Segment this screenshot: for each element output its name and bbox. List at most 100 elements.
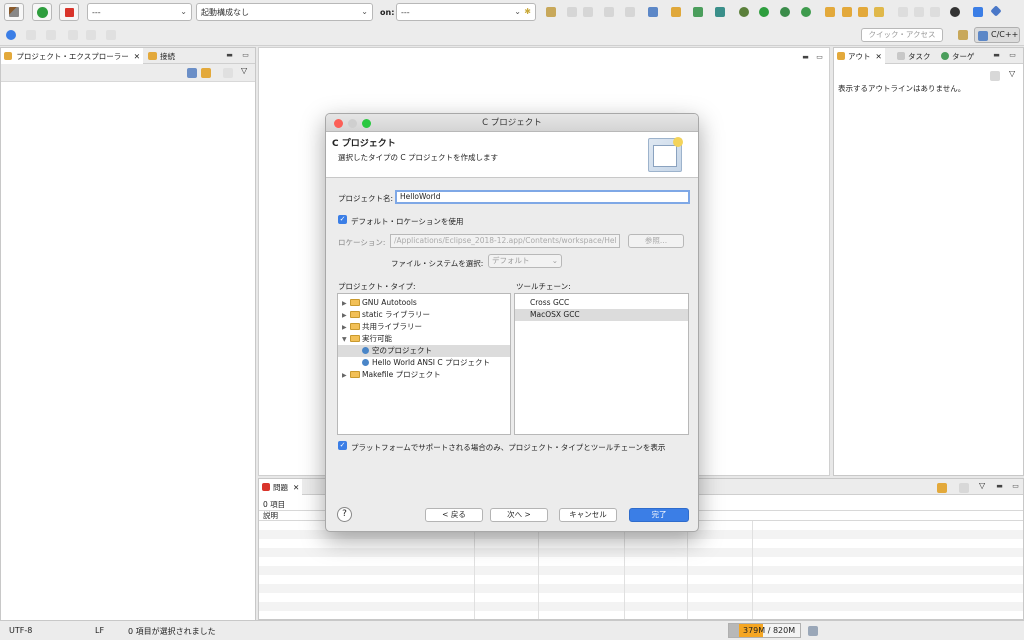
- tree-folder-item[interactable]: ▶ GNU Autotools: [338, 297, 510, 309]
- save-all-icon[interactable]: [583, 7, 593, 17]
- col-description-header[interactable]: 説明: [263, 511, 278, 520]
- focus-icon[interactable]: [959, 483, 969, 493]
- project-name-value: HelloWorld: [400, 192, 441, 201]
- perspective-cc-button[interactable]: C/C++: [974, 27, 1020, 43]
- last-edit-icon[interactable]: [930, 7, 940, 17]
- open-perspective-icon[interactable]: [958, 30, 968, 40]
- tree-leaf-item[interactable]: 空のプロジェクト: [338, 345, 510, 357]
- account-icon[interactable]: [950, 7, 960, 17]
- pin-editor-icon[interactable]: [26, 30, 36, 40]
- back-button[interactable]: < 戻る: [425, 508, 483, 522]
- tab-target[interactable]: ターゲ: [938, 48, 978, 64]
- toggle-mark-icon[interactable]: [46, 30, 56, 40]
- remote-icon[interactable]: [973, 7, 983, 17]
- print-icon[interactable]: [604, 7, 614, 17]
- quick-access-input[interactable]: クイック・アクセス: [861, 28, 943, 42]
- toolchain-list-item[interactable]: MacOSX GCC: [515, 309, 688, 321]
- new-c-project-icon[interactable]: [648, 7, 658, 17]
- open-element-icon[interactable]: [858, 7, 868, 17]
- launch-mode-combo[interactable]: --- ⌄: [87, 3, 192, 21]
- zoom-window-icon[interactable]: [362, 119, 371, 128]
- toolchain-list-item[interactable]: Cross GCC: [515, 297, 688, 309]
- new-wizard-icon[interactable]: [546, 7, 556, 17]
- use-default-location-checkbox[interactable]: ✓: [338, 215, 347, 224]
- tab-project-explorer[interactable]: プロジェクト・エクスプローラー ✕: [1, 48, 143, 64]
- coverage-icon[interactable]: [780, 7, 790, 17]
- back-icon[interactable]: [68, 30, 78, 40]
- location-input[interactable]: /Applications/Eclipse_2018-12.app/Conten…: [390, 234, 620, 248]
- view-menu-icon[interactable]: ▽: [241, 66, 247, 75]
- tasks-icon: [897, 52, 905, 60]
- tab-tasks[interactable]: タスク: [894, 48, 934, 64]
- project-name-input[interactable]: HelloWorld: [395, 190, 690, 204]
- maximize-icon[interactable]: ▭: [1008, 51, 1017, 60]
- minimize-icon[interactable]: ▬: [995, 482, 1004, 491]
- help-button[interactable]: ?: [337, 507, 352, 522]
- outline-filter-icon[interactable]: [990, 71, 1000, 81]
- finish-button[interactable]: 完了: [629, 508, 689, 522]
- target-icon: [941, 52, 949, 60]
- tab-project-explorer-label: プロジェクト・エクスプローラー: [16, 51, 129, 61]
- cancel-button[interactable]: キャンセル: [559, 508, 617, 522]
- launch-config-combo[interactable]: 起動構成なし ⌄: [196, 3, 373, 21]
- sync-icon[interactable]: [6, 30, 16, 40]
- launch-target-combo[interactable]: --- ⌄ ✱: [396, 3, 536, 21]
- filesystem-select[interactable]: デフォルト ⌄: [488, 254, 562, 268]
- build-button[interactable]: [4, 3, 24, 21]
- save-icon[interactable]: [567, 7, 577, 17]
- link-editor-icon[interactable]: [201, 68, 211, 78]
- close-icon[interactable]: ✕: [134, 52, 140, 61]
- external-tools-icon[interactable]: [801, 7, 811, 17]
- platform-filter-label: プラットフォームでサポートされる場合のみ、プロジェクト・タイプとツールチェーンを…: [351, 443, 666, 452]
- minimize-icon[interactable]: ▬: [992, 51, 1001, 60]
- tree-folder-item[interactable]: ▶ 共用ライブラリー: [338, 321, 510, 333]
- trash-icon[interactable]: [808, 626, 818, 636]
- open-type-icon[interactable]: [842, 7, 852, 17]
- tree-folder-item[interactable]: ▶ Makefile プロジェクト: [338, 369, 510, 381]
- toolchain-list[interactable]: Cross GCC MacOSX GCC: [514, 293, 689, 435]
- heap-status[interactable]: 379M / 820M: [728, 623, 801, 638]
- annotation-icon[interactable]: [874, 7, 884, 17]
- prev-annotation-icon[interactable]: [914, 7, 924, 17]
- project-type-tree[interactable]: ▶ GNU Autotools ▶ static ライブラリー ▶ 共用ライブラリー ▼ 実行…: [337, 293, 511, 435]
- new-source-file-icon[interactable]: [693, 7, 703, 17]
- browse-button-label: 参照...: [644, 236, 668, 245]
- maximize-icon[interactable]: ▭: [1011, 482, 1020, 491]
- filter-icon[interactable]: [223, 68, 233, 78]
- tab-connections[interactable]: 接続: [145, 48, 178, 64]
- configure-contents-icon[interactable]: [937, 483, 947, 493]
- run-icon[interactable]: [759, 7, 769, 17]
- tree-leaf-item[interactable]: Hello World ANSI C プロジェクト: [338, 357, 510, 369]
- browse-button[interactable]: 参照...: [628, 234, 684, 248]
- next-annotation-icon[interactable]: [898, 7, 908, 17]
- new-class-icon[interactable]: [715, 7, 725, 17]
- tree-folder-item[interactable]: ▼ 実行可能: [338, 333, 510, 345]
- new-source-folder-icon[interactable]: [671, 7, 681, 17]
- next-button[interactable]: 次へ >: [490, 508, 548, 522]
- tab-problems[interactable]: 問題 ✕: [259, 479, 303, 495]
- close-icon[interactable]: ✕: [876, 52, 882, 61]
- maximize-icon[interactable]: ▭: [815, 53, 824, 62]
- collapsed-arrow-icon[interactable]: ▶: [342, 370, 350, 382]
- search-icon[interactable]: [625, 7, 635, 17]
- forward-history-icon[interactable]: [106, 30, 116, 40]
- pin-icon[interactable]: [990, 5, 1002, 17]
- debug-icon[interactable]: [739, 7, 749, 17]
- view-menu-icon[interactable]: ▽: [979, 481, 985, 490]
- forward-icon[interactable]: [86, 30, 96, 40]
- maximize-icon[interactable]: ▭: [241, 51, 250, 60]
- close-icon[interactable]: ✕: [293, 483, 299, 492]
- minimize-window-icon[interactable]: [348, 119, 357, 128]
- problems-icon: [262, 483, 270, 491]
- minimize-icon[interactable]: ▬: [225, 51, 234, 60]
- tree-folder-item[interactable]: ▶ static ライブラリー: [338, 309, 510, 321]
- stop-button[interactable]: [59, 3, 79, 21]
- view-menu-icon[interactable]: ▽: [1009, 69, 1015, 78]
- platform-filter-checkbox[interactable]: ✓: [338, 441, 347, 450]
- minimize-icon[interactable]: ▬: [801, 53, 810, 62]
- open-folder-icon[interactable]: [825, 7, 835, 17]
- collapse-all-icon[interactable]: [187, 68, 197, 78]
- close-window-icon[interactable]: [334, 119, 343, 128]
- tab-outline[interactable]: アウト ✕: [834, 48, 885, 64]
- run-button[interactable]: [32, 3, 52, 21]
